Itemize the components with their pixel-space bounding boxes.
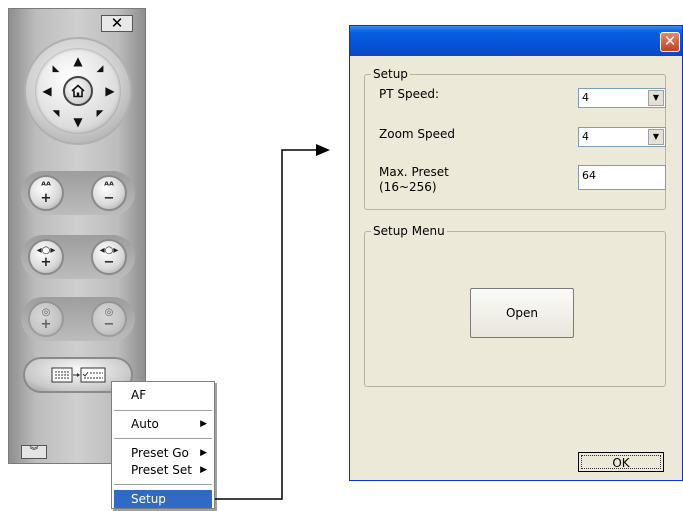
close-icon[interactable]: ✕ — [101, 15, 133, 32]
max-preset-range-label: (16~256) — [379, 180, 437, 194]
zoom-speed-select[interactable]: 4 ▼ — [578, 127, 666, 147]
ok-button-label: OK — [581, 455, 661, 470]
menu-item-label: Preset Set — [131, 463, 192, 477]
zoom-out-icon[interactable]: ᴬᴬ − — [91, 175, 127, 211]
arrow-up-right-icon[interactable]: ◢ — [93, 63, 107, 75]
focus-far-icon[interactable]: ◂○▸ + — [28, 239, 64, 275]
zoom-in-icon[interactable]: ᴬᴬ + — [28, 175, 64, 211]
arrow-down-left-icon[interactable]: ◥ — [49, 108, 63, 120]
menu-item-label: Auto — [131, 417, 159, 431]
iris-button-group: ◎ + ◎ − — [21, 297, 135, 341]
pt-speed-label: PT Speed: — [379, 87, 440, 101]
submenu-arrow-icon: ▶ — [200, 448, 207, 458]
submenu-arrow-icon: ▶ — [200, 465, 207, 475]
close-icon[interactable]: ✕ — [660, 32, 680, 52]
collapse-icon[interactable]: ︾ — [21, 445, 47, 459]
ok-button[interactable]: OK — [578, 452, 664, 472]
arrow-down-icon[interactable]: ▼ — [71, 116, 85, 128]
max-preset-label: Max. Preset — [379, 165, 449, 179]
group-legend: Setup Menu — [371, 224, 447, 238]
menu-item-preset-go[interactable]: Preset Go ▶ — [114, 444, 212, 462]
group-legend: Setup — [371, 67, 410, 81]
menu-separator — [114, 438, 212, 440]
select-value: 4 — [582, 130, 589, 143]
arrow-left-icon[interactable]: ◀ — [40, 85, 54, 97]
menu-item-preset-set[interactable]: Preset Set ▶ — [114, 461, 212, 479]
dialog-title-bar[interactable]: ✕ — [350, 26, 682, 56]
setup-group: Setup PT Speed: 4 ▼ Zoom Speed 4 ▼ Max. … — [364, 67, 666, 210]
menu-item-setup[interactable]: Setup — [114, 490, 212, 508]
pt-speed-select[interactable]: 4 ▼ — [578, 88, 666, 108]
context-menu: AF Auto ▶ Preset Go ▶ Preset Set ▶ Setup — [111, 381, 215, 509]
zoom-button-group: ᴬᴬ + ᴬᴬ − — [21, 171, 135, 215]
dpad-ring: ▲ ▼ ◀ ▶ ◣ ◢ ◥ ◤ — [35, 48, 121, 134]
menu-item-label: Preset Go — [131, 446, 189, 460]
submenu-arrow-icon: ▶ — [200, 419, 207, 429]
focus-near-icon[interactable]: ◂○▸ − — [91, 239, 127, 275]
pan-tilt-dpad: ▲ ▼ ◀ ▶ ◣ ◢ ◥ ◤ — [24, 37, 132, 145]
menu-separator — [114, 410, 212, 412]
iris-open-icon[interactable]: ◎ + — [28, 301, 64, 337]
open-button[interactable]: Open — [470, 288, 574, 338]
zoom-speed-label: Zoom Speed — [379, 127, 456, 141]
arrow-down-right-icon[interactable]: ◤ — [93, 108, 107, 120]
menu-item-auto[interactable]: Auto ▶ — [114, 415, 212, 433]
arrow-right-icon[interactable]: ▶ — [103, 85, 117, 97]
iris-close-icon[interactable]: ◎ − — [91, 301, 127, 337]
max-preset-input[interactable]: 64 — [578, 165, 666, 190]
setup-dialog: ✕ Setup PT Speed: 4 ▼ Zoom Speed 4 ▼ Max… — [349, 25, 683, 481]
home-icon[interactable] — [63, 76, 93, 106]
arrow-up-icon[interactable]: ▲ — [71, 55, 85, 67]
chevron-down-icon[interactable]: ▼ — [648, 129, 664, 145]
menu-item-af[interactable]: AF — [114, 386, 212, 404]
select-value: 4 — [582, 91, 589, 104]
menu-item-label: AF — [131, 388, 147, 402]
menu-item-label: Setup — [131, 492, 166, 506]
menu-separator — [114, 484, 212, 486]
focus-button-group: ◂○▸ + ◂○▸ − — [21, 235, 135, 279]
chevron-down-icon[interactable]: ▼ — [648, 90, 664, 106]
setup-menu-icon — [51, 367, 106, 383]
arrow-up-left-icon[interactable]: ◣ — [49, 63, 63, 75]
